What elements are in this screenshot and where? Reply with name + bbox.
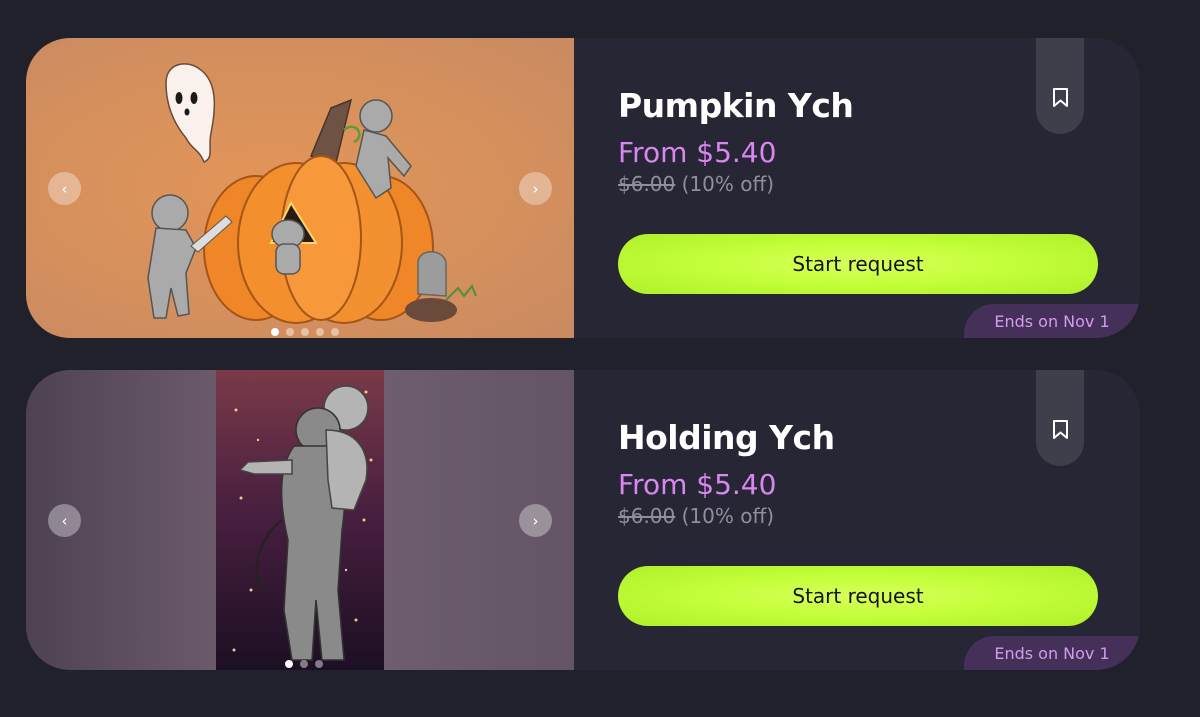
listing-price: From $5.40 [618, 468, 777, 501]
pumpkin-ych-artwork [147, 63, 477, 324]
carousel-dot[interactable] [286, 328, 294, 336]
carousel-dot[interactable] [331, 328, 339, 336]
bookmark-button[interactable] [1036, 370, 1084, 466]
carousel-dot[interactable] [315, 660, 323, 668]
bookmark-icon [1052, 88, 1068, 107]
bookmark-icon [1052, 420, 1068, 439]
ends-badge: Ends on Nov 1 [964, 636, 1140, 670]
listing-price: From $5.40 [618, 136, 777, 169]
holding-ych-artwork [216, 370, 384, 670]
start-request-button[interactable]: Start request [618, 234, 1098, 294]
chevron-left-icon[interactable]: ‹ [48, 504, 81, 537]
listing-image-carousel[interactable]: ‹ › [26, 370, 574, 670]
discount-label: (10% off) [681, 172, 775, 196]
chevron-right-icon[interactable]: › [519, 172, 552, 205]
listing-original-price-line: $6.00 (10% off) [618, 504, 774, 528]
carousel-dot[interactable] [301, 328, 309, 336]
start-request-button[interactable]: Start request [618, 566, 1098, 626]
carousel-pagination [285, 660, 323, 670]
original-price: $6.00 [618, 504, 676, 528]
listing-image-carousel[interactable]: ‹ › [26, 38, 574, 338]
carousel-pagination [271, 328, 339, 338]
original-price: $6.00 [618, 172, 676, 196]
carousel-dot[interactable] [316, 328, 324, 336]
discount-label: (10% off) [681, 504, 775, 528]
listing-title[interactable]: Holding Ych [618, 418, 835, 457]
carousel-dot[interactable] [300, 660, 308, 668]
chevron-left-icon[interactable]: ‹ [48, 172, 81, 205]
listing-original-price-line: $6.00 (10% off) [618, 172, 774, 196]
listing-card: ‹ › Holding Ych From $5.40 $6.00 (10% of… [26, 370, 1140, 670]
listing-title[interactable]: Pumpkin Ych [618, 86, 854, 125]
carousel-dot[interactable] [285, 660, 293, 668]
listing-info: Holding Ych From $5.40 $6.00 (10% off) S… [574, 370, 1140, 670]
listing-card: ‹ › Pumpkin Ych From $5.40 $6.00 (10% of… [26, 38, 1140, 338]
ends-badge: Ends on Nov 1 [964, 304, 1140, 338]
carousel-dot[interactable] [271, 328, 279, 336]
listing-info: Pumpkin Ych From $5.40 $6.00 (10% off) S… [574, 38, 1140, 338]
chevron-right-icon[interactable]: › [519, 504, 552, 537]
bookmark-button[interactable] [1036, 38, 1084, 134]
